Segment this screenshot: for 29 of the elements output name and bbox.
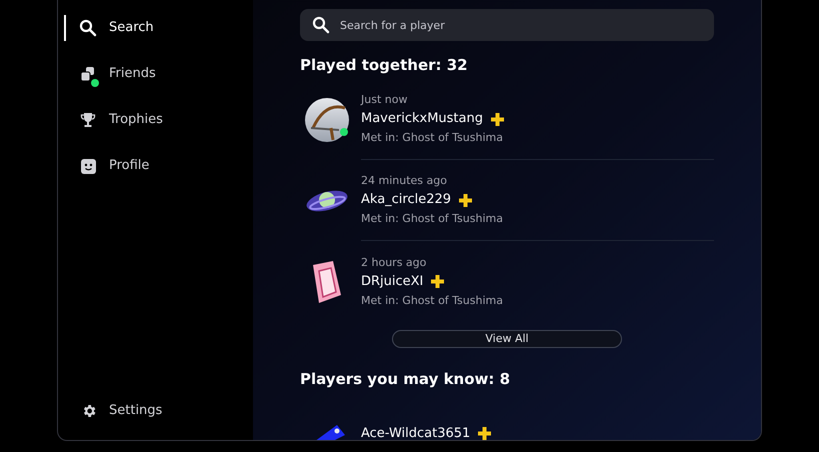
face-icon	[80, 158, 96, 174]
search-field[interactable]: Search for a player	[300, 9, 714, 41]
settings-icon	[81, 403, 97, 419]
avatar-image	[304, 98, 348, 142]
plus-icon	[490, 112, 504, 126]
played-time: 2 hours ago	[361, 254, 428, 270]
plus-icon	[459, 194, 472, 206]
nav-item[interactable]: Profile	[66, 153, 253, 179]
nav-item[interactable]: Trophies	[66, 107, 253, 133]
plus-icon	[478, 427, 492, 440]
trophy-icon	[80, 112, 96, 128]
met-in-text: Met in: Ghost of Tsushima	[361, 211, 504, 227]
played-time: 24 minutes ago	[361, 173, 448, 189]
section-title: Played together: 32	[300, 55, 469, 75]
plus-icon	[431, 275, 444, 288]
met-in-text: Met in: Ghost of Tsushima	[361, 130, 504, 146]
settings-item[interactable]: Settings	[66, 398, 253, 424]
search-icon	[312, 16, 330, 34]
player-name[interactable]: Aka_circle229	[361, 189, 452, 211]
played-time: Just now	[361, 92, 408, 108]
nav-item[interactable]: Friends	[66, 61, 253, 87]
player-name[interactable]: Ace-Wildcat3651	[361, 422, 470, 440]
player-name[interactable]: MaverickxMustang	[361, 108, 483, 130]
player-name[interactable]: DRjuiceXI	[361, 270, 424, 292]
view-all-button[interactable]: View All	[392, 330, 622, 348]
friends-icon	[80, 66, 96, 82]
section-title: Players you may know: 8	[300, 369, 512, 389]
met-in-text: Met in: Ghost of Tsushima	[361, 292, 504, 308]
search-icon	[79, 19, 97, 37]
